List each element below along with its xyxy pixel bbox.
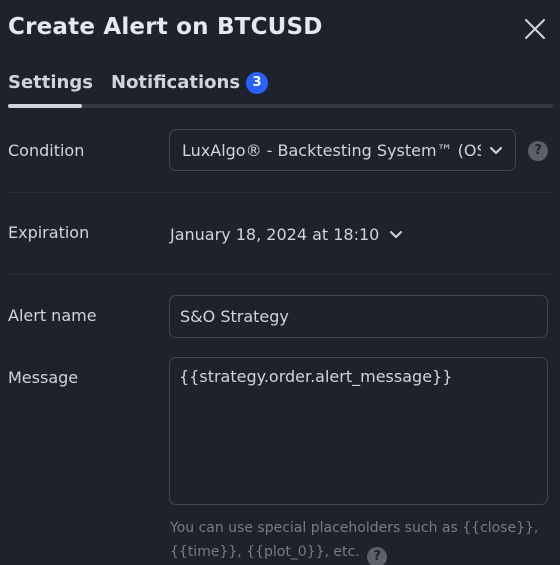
- dialog-title: Create Alert on BTCUSD: [8, 14, 323, 40]
- tab-track: [8, 104, 553, 108]
- divider: [8, 192, 553, 193]
- tab-notifications[interactable]: Notifications 3: [111, 72, 269, 94]
- placeholders-help-icon[interactable]: ?: [367, 547, 388, 565]
- expiration-label: Expiration: [8, 223, 90, 242]
- tab-notifications-label: Notifications: [111, 72, 241, 93]
- message-label: Message: [8, 368, 79, 387]
- tab-active-indicator: [8, 104, 82, 108]
- message-textarea[interactable]: {{strategy.order.alert_message}}: [169, 357, 548, 505]
- condition-help-icon[interactable]: ?: [528, 141, 548, 161]
- chevron-down-icon: [490, 147, 502, 154]
- alert-name-label: Alert name: [8, 306, 97, 325]
- expiration-value: January 18, 2024 at 18:10: [170, 224, 380, 244]
- divider: [8, 274, 553, 275]
- condition-value: LuxAlgo® - Backtesting System™ (OS...: [182, 140, 481, 160]
- notifications-count-badge: 3: [246, 72, 269, 94]
- message-hint: You can use special placeholders such as…: [170, 516, 555, 565]
- alert-name-input[interactable]: [169, 295, 548, 338]
- condition-label: Condition: [8, 141, 85, 160]
- close-icon[interactable]: [522, 16, 548, 42]
- tab-settings-label: Settings: [8, 72, 93, 93]
- create-alert-dialog: Create Alert on BTCUSD Settings Notifica…: [0, 0, 560, 565]
- message-hint-text: You can use special placeholders such as…: [170, 520, 539, 560]
- chevron-down-icon: [390, 231, 403, 238]
- expiration-dropdown[interactable]: January 18, 2024 at 18:10: [170, 222, 403, 246]
- condition-select[interactable]: LuxAlgo® - Backtesting System™ (OS...: [169, 129, 516, 171]
- tab-settings[interactable]: Settings: [8, 72, 93, 93]
